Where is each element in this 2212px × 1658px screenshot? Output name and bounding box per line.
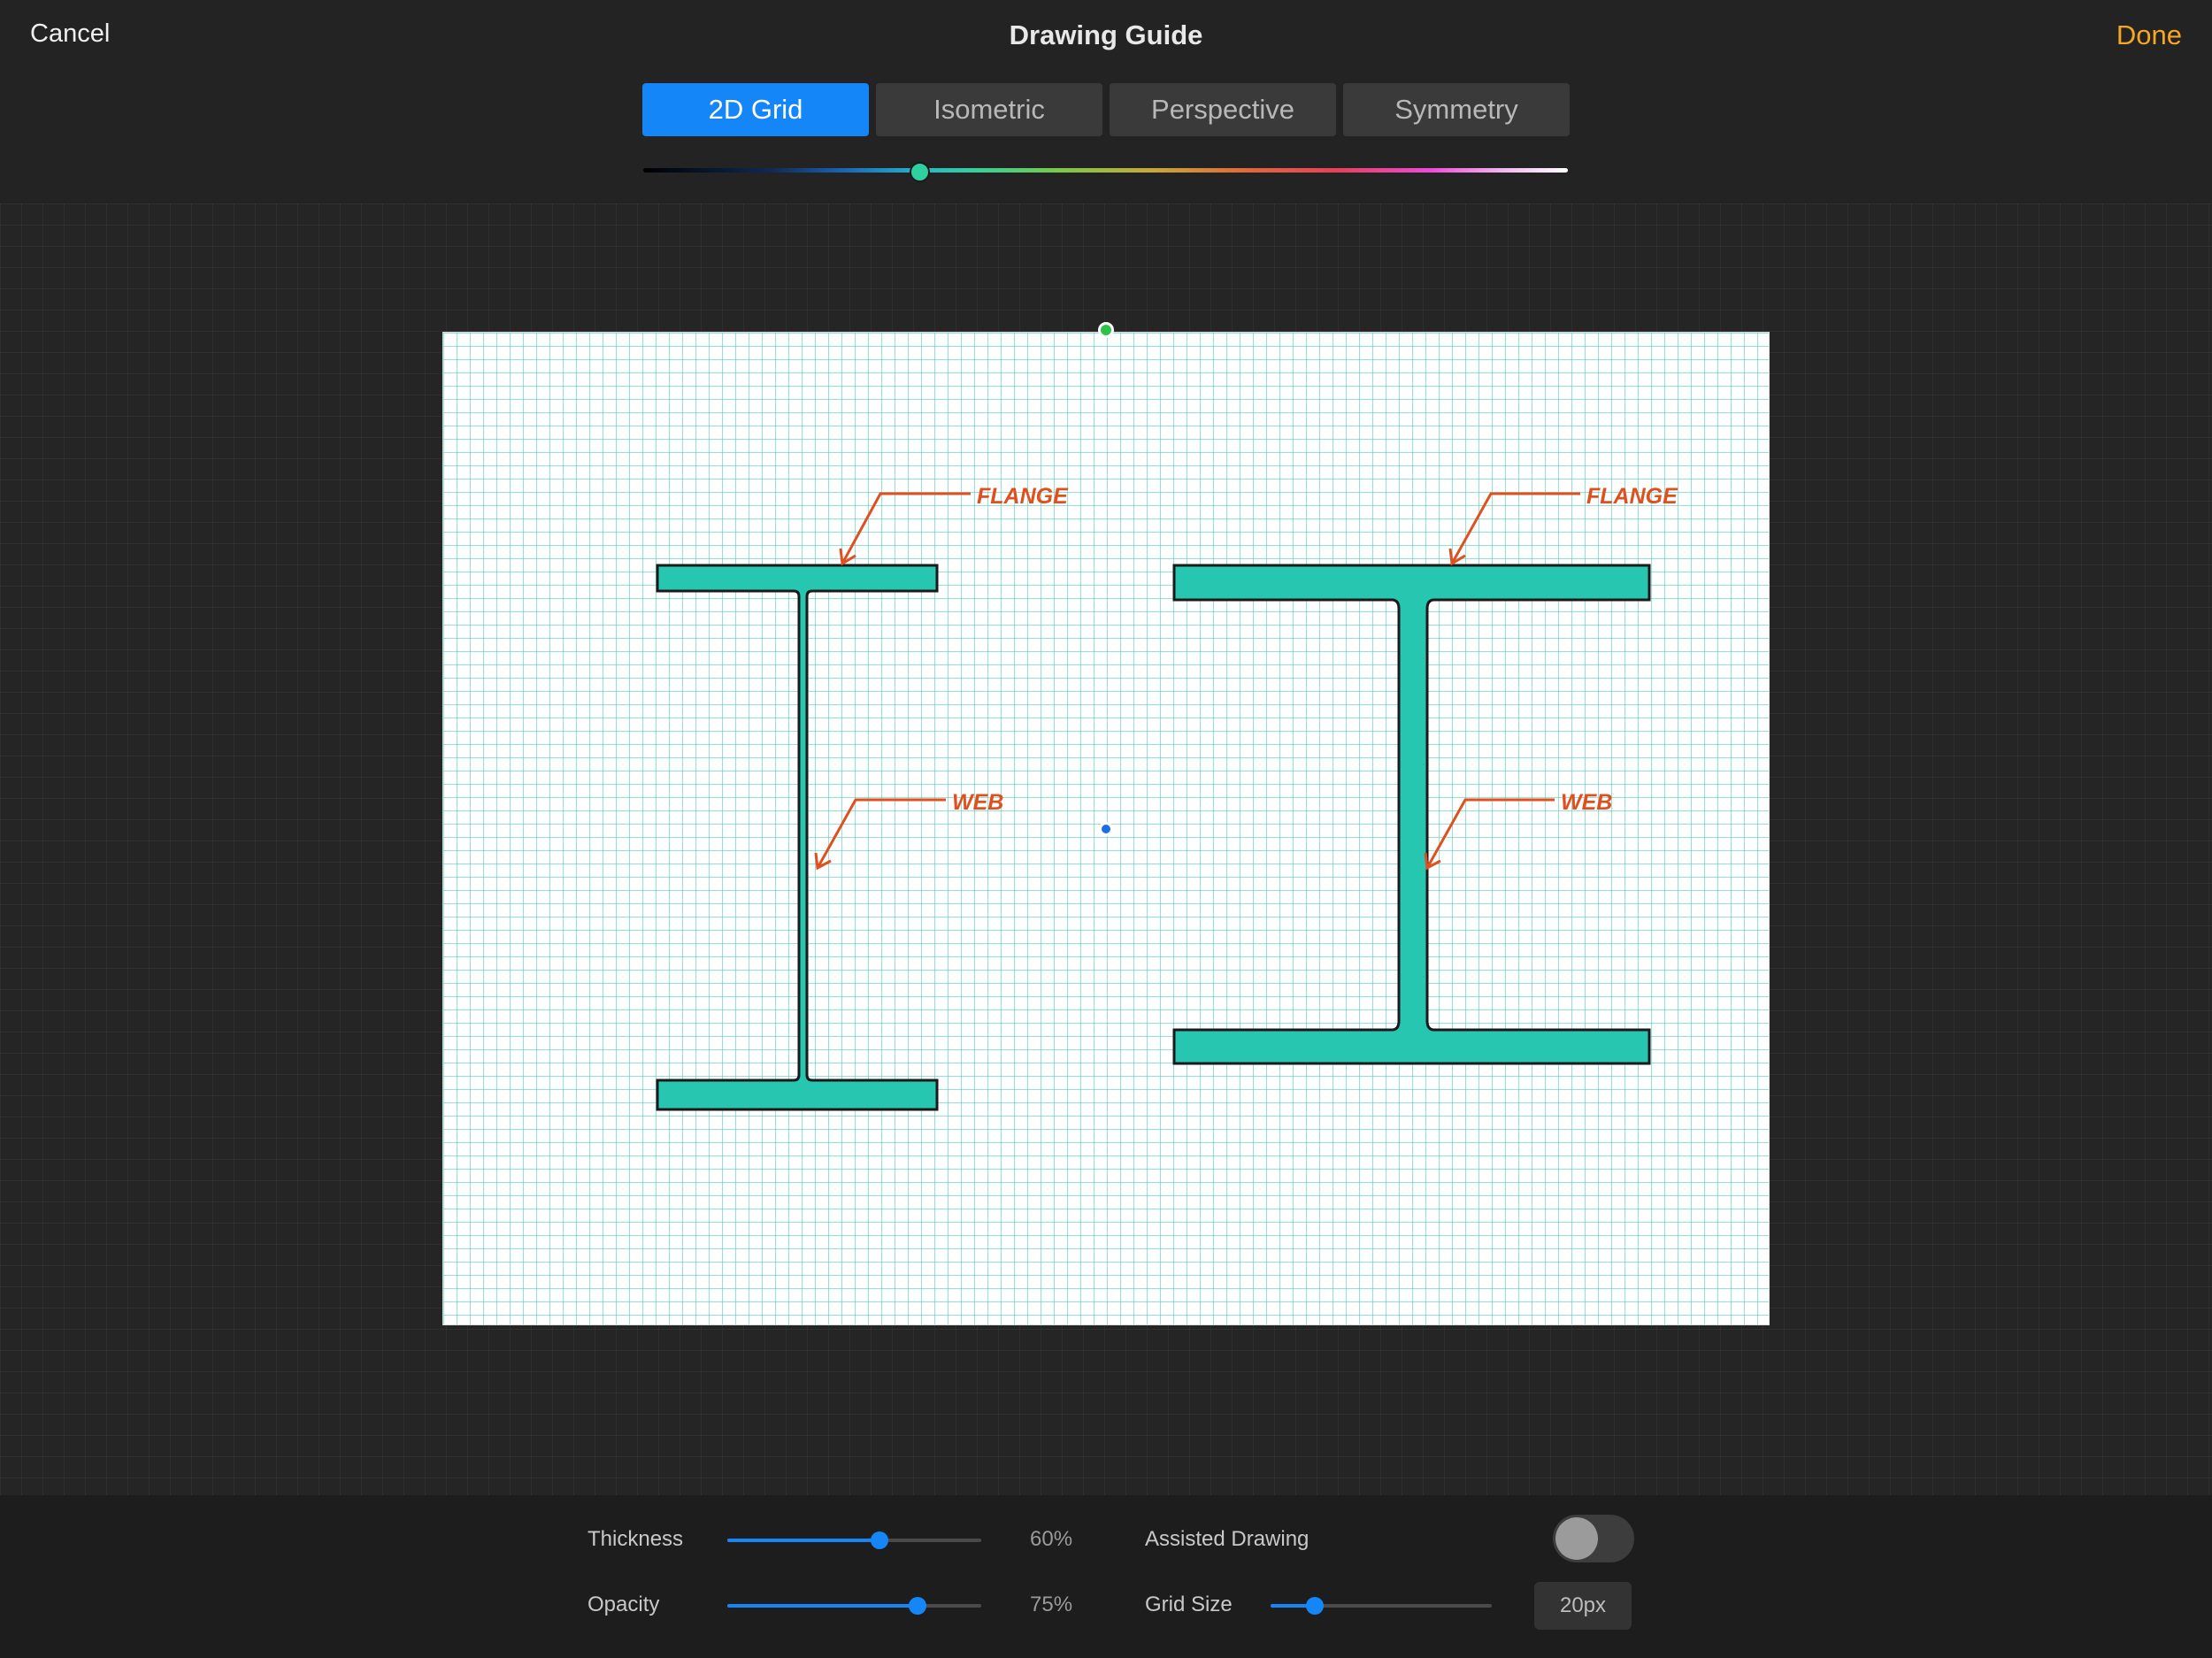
tab-isometric[interactable]: Isometric xyxy=(876,83,1102,136)
opacity-slider-fill xyxy=(727,1604,918,1608)
thickness-label: Thickness xyxy=(588,1527,684,1551)
grid-size-slider[interactable] xyxy=(1271,1597,1492,1615)
opacity-label: Opacity xyxy=(588,1593,660,1616)
grid-size-label: Grid Size xyxy=(1145,1593,1233,1616)
opacity-slider[interactable] xyxy=(727,1597,981,1615)
thickness-slider-fill xyxy=(727,1539,880,1542)
assisted-drawing-toggle[interactable] xyxy=(1553,1515,1634,1562)
assisted-drawing-toggle-knob xyxy=(1555,1517,1598,1560)
right-flange-arrow xyxy=(1448,492,1580,566)
page-title: Drawing Guide xyxy=(1009,19,1203,50)
grid-size-value[interactable]: 20px xyxy=(1534,1582,1632,1630)
thickness-slider[interactable] xyxy=(727,1531,981,1549)
opacity-slider-knob[interactable] xyxy=(909,1597,927,1615)
guide-color-knob[interactable] xyxy=(910,162,930,182)
thickness-value: 60% xyxy=(1030,1527,1073,1551)
guide-color-slider[interactable] xyxy=(643,168,1568,173)
right-web-arrow xyxy=(1424,798,1555,871)
right-flange-label: FLANGE xyxy=(1586,484,1678,509)
right-web-label: WEB xyxy=(1561,790,1612,815)
assisted-drawing-label: Assisted Drawing xyxy=(1145,1527,1310,1551)
left-flange-label: FLANGE xyxy=(977,484,1069,509)
grid-size-slider-knob[interactable] xyxy=(1306,1597,1324,1615)
left-web-arrow xyxy=(814,798,946,871)
tab-perspective[interactable]: Perspective xyxy=(1110,83,1336,136)
guide-type-tabs: 2D Grid Isometric Perspective Symmetry xyxy=(642,83,1570,136)
tab-symmetry[interactable]: Symmetry xyxy=(1343,83,1570,136)
center-handle[interactable] xyxy=(1099,822,1113,836)
settings-panel: Thickness 60% Opacity 75% Assisted Drawi… xyxy=(0,1495,2212,1658)
left-flange-arrow xyxy=(839,492,971,566)
tab-2d-grid[interactable]: 2D Grid xyxy=(642,83,869,136)
left-i-beam xyxy=(656,564,939,1111)
rotate-handle[interactable] xyxy=(1098,322,1114,338)
left-web-label: WEB xyxy=(952,790,1003,815)
top-bar: Cancel Drawing Guide Done 2D Grid Isomet… xyxy=(0,0,2212,203)
opacity-value: 75% xyxy=(1030,1593,1073,1616)
thickness-slider-knob[interactable] xyxy=(871,1531,889,1549)
done-button[interactable]: Done xyxy=(2116,19,2182,51)
